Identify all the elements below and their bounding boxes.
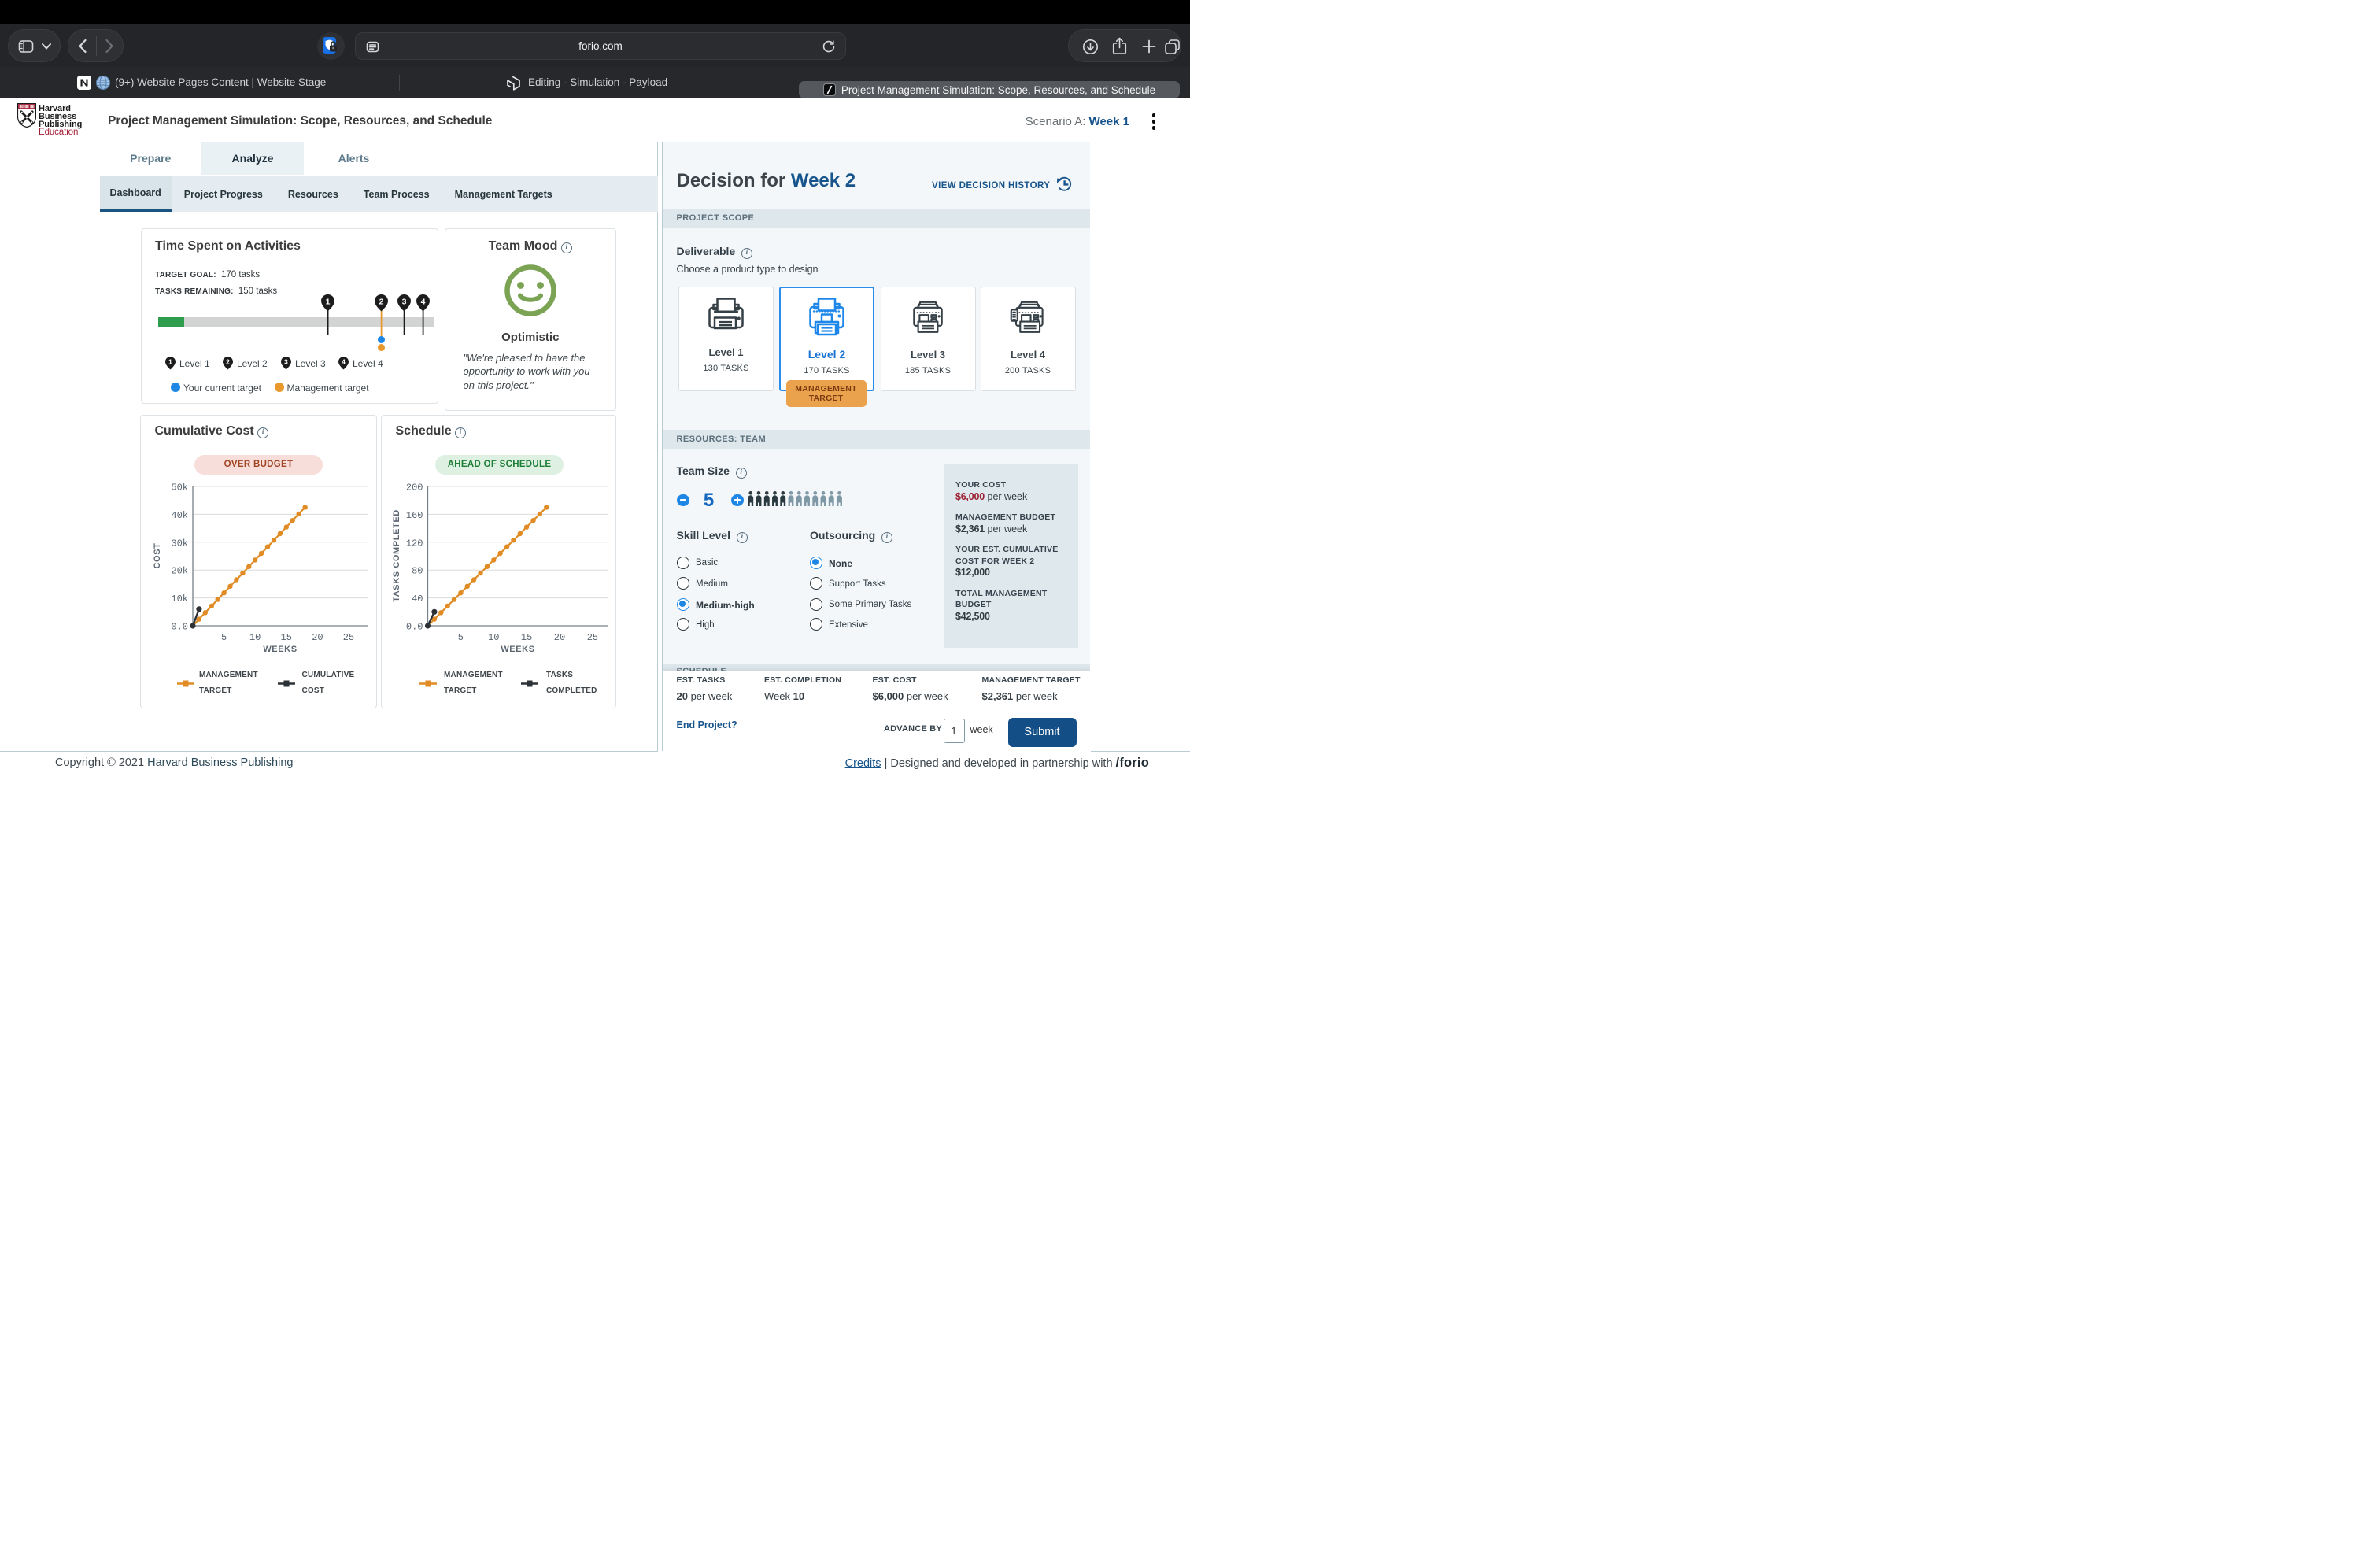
- svg-text:TASKS COMPLETED: TASKS COMPLETED: [392, 509, 401, 602]
- svg-text:COST: COST: [153, 543, 162, 569]
- svg-text:20: 20: [312, 632, 323, 643]
- svg-text:5: 5: [220, 632, 226, 643]
- svg-text:20k: 20k: [171, 566, 188, 577]
- svg-text:25: 25: [342, 632, 353, 643]
- svg-text:4: 4: [342, 358, 346, 366]
- svg-text:160: 160: [405, 510, 423, 521]
- svg-text:20: 20: [553, 632, 564, 643]
- svg-text:0.0: 0.0: [405, 622, 423, 633]
- svg-text:WEEKS: WEEKS: [501, 645, 534, 654]
- svg-text:2: 2: [379, 297, 384, 306]
- svg-text:3: 3: [284, 358, 288, 366]
- svg-text:10k: 10k: [171, 594, 188, 605]
- svg-text:10: 10: [249, 632, 260, 643]
- svg-text:30k: 30k: [171, 538, 188, 549]
- svg-text:200: 200: [405, 483, 423, 494]
- svg-text:0.0: 0.0: [171, 622, 188, 633]
- svg-text:5: 5: [457, 632, 463, 643]
- svg-text:25: 25: [586, 632, 597, 643]
- svg-text:15: 15: [520, 632, 531, 643]
- svg-text:2: 2: [226, 358, 230, 366]
- svg-text:1: 1: [168, 358, 172, 366]
- svg-text:4: 4: [421, 297, 426, 306]
- svg-text:3: 3: [401, 297, 406, 306]
- svg-text:10: 10: [488, 632, 499, 643]
- svg-text:WEEKS: WEEKS: [263, 645, 297, 654]
- svg-text:80: 80: [412, 566, 423, 577]
- svg-text:15: 15: [280, 632, 291, 643]
- svg-text:120: 120: [405, 538, 423, 549]
- svg-text:1: 1: [325, 297, 330, 306]
- svg-text:40k: 40k: [171, 510, 188, 521]
- svg-text:40: 40: [412, 594, 423, 605]
- svg-text:50k: 50k: [171, 483, 188, 494]
